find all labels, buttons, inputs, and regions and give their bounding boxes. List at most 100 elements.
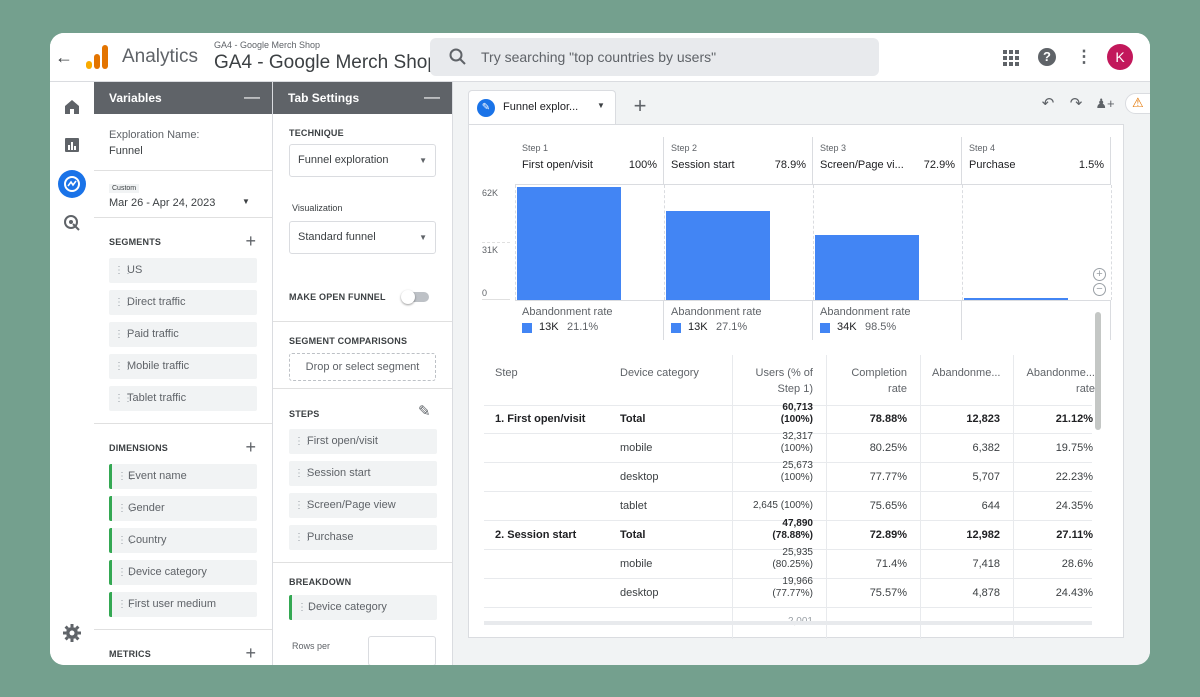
segment-chip[interactable]: ⋮⋮ Paid traffic — [109, 322, 257, 347]
column-header-abandonment-rate[interactable]: Abandonme... rate — [1025, 355, 1096, 405]
column-header-step[interactable]: Step — [495, 355, 518, 405]
table-cell-completion: 77.77% — [869, 471, 907, 483]
date-range[interactable]: Mar 26 - Apr 24, 2023 — [109, 197, 215, 209]
drag-handle-icon[interactable]: ⋮⋮ — [297, 595, 316, 620]
segment-chip[interactable]: ⋮⋮ Tablet traffic — [109, 386, 257, 411]
column-header-abandonments[interactable]: Abandonme... — [932, 355, 1010, 405]
column-header-completion[interactable]: Completion rate — [826, 355, 907, 405]
date-dropdown-icon[interactable]: ▼ — [242, 197, 250, 206]
header-line: Step 1) — [777, 383, 813, 395]
advertising-icon[interactable] — [60, 211, 84, 235]
visualization-value: Standard funnel — [298, 231, 376, 243]
exploration-name-value[interactable]: Funnel — [109, 145, 143, 157]
table-cell-users: 2,645 (100%) — [732, 500, 813, 512]
collapse-tab-settings-icon[interactable]: — — [424, 82, 440, 114]
step-chip[interactable]: ⋮⋮ Screen/Page view — [289, 493, 437, 518]
edit-steps-pencil-icon[interactable]: ✎ — [418, 402, 431, 420]
drag-handle-icon[interactable]: ⋮⋮ — [114, 258, 133, 283]
collapse-variables-icon[interactable]: — — [244, 82, 260, 114]
funnel-step-header[interactable]: Step 2 Session start 78.9% — [664, 137, 813, 185]
funnel-bar-session-start[interactable] — [666, 211, 770, 300]
abandonment-label: Abandonment rate — [522, 306, 613, 318]
dimension-chip[interactable]: ⋮⋮ Event name — [109, 464, 257, 489]
search-bar[interactable]: Try searching "top countries by users" — [430, 38, 879, 76]
table-cell-device: desktop — [620, 471, 659, 483]
help-icon[interactable]: ? — [1038, 48, 1056, 66]
back-arrow-icon[interactable]: ← — [54, 47, 74, 67]
funnel-step-header[interactable]: Step 4 Purchase 1.5% — [962, 137, 1111, 185]
drag-handle-icon[interactable]: ⋮⋮ — [294, 429, 313, 454]
drag-handle-icon[interactable]: ⋮⋮ — [114, 322, 133, 347]
column-header-users[interactable]: Users (% of Step 1) — [732, 355, 813, 405]
date-range-section[interactable]: Custom Mar 26 - Apr 24, 2023 ▼ — [94, 171, 272, 218]
breakdown-chip[interactable]: ⋮⋮ Device category — [289, 595, 437, 620]
tab-funnel-exploration[interactable]: ✎ Funnel explor... ▼ — [468, 90, 616, 124]
funnel-bar-screen-page-view[interactable] — [815, 235, 919, 300]
segment-chip[interactable]: ⋮⋮ US — [109, 258, 257, 283]
dimension-chip[interactable]: ⋮⋮ First user medium — [109, 592, 257, 617]
home-icon[interactable] — [60, 95, 84, 119]
settings-gear-icon[interactable] — [60, 621, 84, 645]
drag-handle-icon[interactable]: ⋮⋮ — [117, 528, 136, 553]
drag-handle-icon[interactable]: ⋮⋮ — [114, 290, 133, 315]
explore-icon[interactable] — [58, 170, 86, 198]
step-chip[interactable]: ⋮⋮ Purchase — [289, 525, 437, 550]
zoom-in-icon[interactable]: + — [1093, 268, 1106, 281]
metrics-section: METRICS + — [94, 630, 272, 665]
drag-handle-icon[interactable]: ⋮⋮ — [117, 560, 136, 585]
drag-handle-icon[interactable]: ⋮⋮ — [117, 464, 136, 489]
abandonment-rate: 27.1% — [716, 321, 748, 333]
table-cell-users: 25,935 (80.25%) — [732, 547, 813, 571]
table-cell-abandonment-rate: 24.35% — [1055, 500, 1093, 512]
drag-handle-icon[interactable]: ⋮⋮ — [114, 386, 133, 411]
chevron-down-icon[interactable]: ▼ — [597, 101, 605, 110]
apps-grid-icon[interactable] — [999, 46, 1021, 68]
technique-section: TECHNIQUE Funnel exploration ▼ Visualizat… — [273, 114, 452, 322]
step-chip[interactable]: ⋮⋮ Session start — [289, 461, 437, 486]
dimension-chip[interactable]: ⋮⋮ Device category — [109, 560, 257, 585]
drop-segment-target[interactable]: Drop or select segment — [289, 353, 436, 381]
table-cell-completion: 71.4% — [875, 558, 907, 570]
dimension-chip[interactable]: ⋮⋮ Gender — [109, 496, 257, 521]
segment-chip[interactable]: ⋮⋮ Mobile traffic — [109, 354, 257, 379]
segment-chip[interactable]: ⋮⋮ Direct traffic — [109, 290, 257, 315]
funnel-step-header[interactable]: Step 3 Screen/Page vi... 72.9% — [813, 137, 962, 185]
avatar[interactable]: K — [1107, 44, 1133, 70]
drag-handle-icon[interactable]: ⋮⋮ — [114, 354, 133, 379]
column-header-device[interactable]: Device category — [620, 355, 699, 405]
add-metric-icon[interactable]: + — [245, 643, 256, 664]
horizontal-scrollbar[interactable] — [484, 621, 1092, 625]
drag-handle-icon[interactable]: ⋮⋮ — [294, 461, 313, 486]
funnel-bar-first-open[interactable] — [517, 187, 621, 300]
header-line: rate — [888, 383, 907, 395]
open-funnel-toggle[interactable] — [401, 290, 429, 304]
abandonment-count: 13K — [688, 321, 708, 333]
drag-handle-icon[interactable]: ⋮⋮ — [117, 592, 136, 617]
share-user-icon[interactable]: ♟+ — [1095, 94, 1115, 114]
add-tab-icon[interactable]: + — [628, 94, 652, 118]
property-selector[interactable]: GA4 - Google Merch Shop — [214, 52, 438, 74]
redo-icon[interactable]: ↷ — [1066, 94, 1086, 114]
reports-icon[interactable] — [60, 133, 84, 157]
rows-per-dropdown[interactable] — [368, 636, 436, 665]
zoom-out-icon[interactable]: − — [1093, 283, 1106, 296]
technique-dropdown[interactable]: Funnel exploration ▼ — [289, 144, 436, 177]
abandonment-label: Abandonment rate — [820, 306, 911, 318]
undo-icon[interactable]: ↶ — [1038, 94, 1058, 114]
drag-handle-icon[interactable]: ⋮⋮ — [294, 493, 313, 518]
funnel-step-header[interactable]: Step 1 First open/visit 100% — [515, 137, 664, 185]
vertical-scrollbar[interactable] — [1095, 312, 1101, 430]
segment-comparisons-section: SEGMENT COMPARISONS Drop or select segme… — [273, 322, 452, 389]
rows-per-label: Rows per — [292, 641, 331, 651]
warning-menu-button[interactable]: ⚠ ▼ — [1125, 93, 1150, 114]
step-chip[interactable]: ⋮⋮ First open/visit — [289, 429, 437, 454]
analytics-logo[interactable] — [86, 45, 108, 69]
add-dimension-icon[interactable]: + — [245, 437, 256, 458]
drag-handle-icon[interactable]: ⋮⋮ — [117, 496, 136, 521]
add-segment-icon[interactable]: + — [245, 231, 256, 252]
table-cell-completion: 78.88% — [869, 413, 907, 425]
more-vert-icon[interactable]: ⋮ — [1073, 46, 1095, 68]
drag-handle-icon[interactable]: ⋮⋮ — [294, 525, 313, 550]
dimension-chip[interactable]: ⋮⋮ Country — [109, 528, 257, 553]
visualization-dropdown[interactable]: Standard funnel ▼ — [289, 221, 436, 254]
